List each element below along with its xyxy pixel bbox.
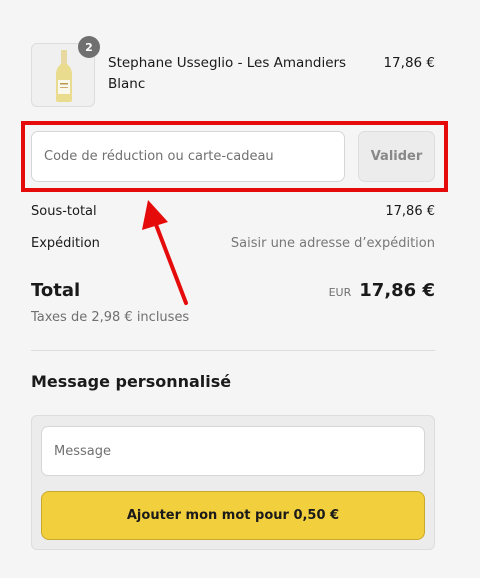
subtotal-label: Sous-total bbox=[31, 204, 97, 219]
quantity-badge: 2 bbox=[78, 36, 100, 58]
message-section-title: Message personnalisé bbox=[31, 372, 232, 391]
currency-code: EUR bbox=[328, 286, 352, 299]
message-input[interactable] bbox=[41, 426, 425, 476]
product-price: 17,86 € bbox=[383, 55, 435, 71]
add-message-button[interactable]: Ajouter mon mot pour 0,50 € bbox=[41, 491, 425, 540]
product-name: Stephane Usseglio - Les Amandiers Blanc bbox=[108, 55, 347, 92]
discount-code-input[interactable] bbox=[31, 131, 345, 182]
wine-bottle-icon bbox=[56, 50, 72, 102]
tax-note: Taxes de 2,98 € incluses bbox=[31, 310, 190, 325]
total-value: 17,86 € bbox=[359, 280, 435, 301]
shipping-label: Expédition bbox=[31, 236, 100, 251]
shipping-value: Saisir une adresse d’expédition bbox=[230, 236, 435, 251]
divider bbox=[31, 350, 435, 351]
apply-discount-button[interactable]: Valider bbox=[358, 131, 435, 182]
subtotal-value: 17,86 € bbox=[385, 204, 435, 219]
total-amount: EUR 17,86 € bbox=[329, 280, 435, 301]
cart-item: 2 Stephane Usseglio - Les Amandiers Blan… bbox=[31, 36, 435, 107]
total-label: Total bbox=[31, 280, 81, 301]
